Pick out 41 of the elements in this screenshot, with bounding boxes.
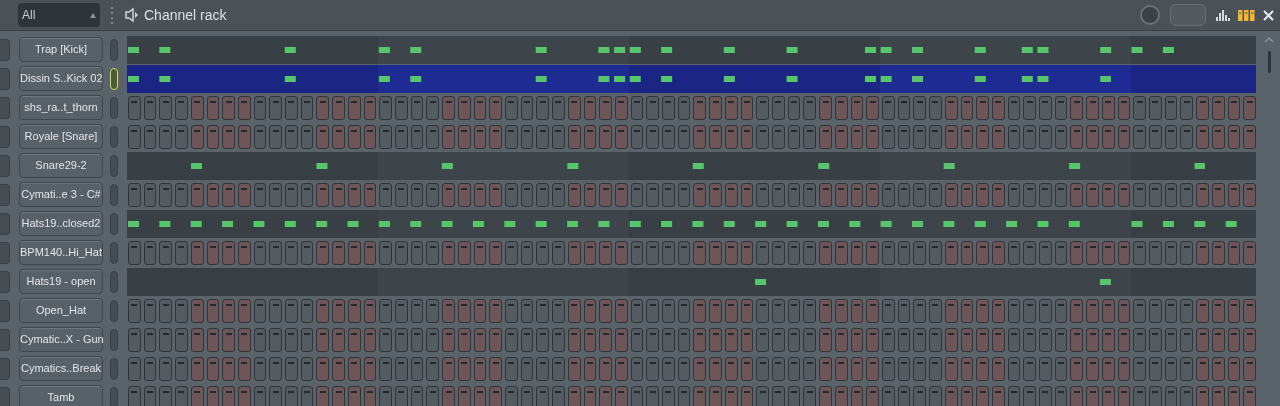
drag-handle-icon[interactable] xyxy=(111,6,113,24)
channel-name-button[interactable]: BPM140..Hi_Hat xyxy=(19,240,103,265)
channel-name-button[interactable]: Hats19 - open xyxy=(19,269,103,294)
channel-control[interactable] xyxy=(0,386,10,406)
piano-roll-preview[interactable] xyxy=(127,64,1256,93)
channel-name-button[interactable]: Tamb xyxy=(19,385,103,406)
channel-control[interactable] xyxy=(0,270,10,293)
channel-control[interactable] xyxy=(0,67,10,90)
channel-control[interactable] xyxy=(0,125,10,148)
channel-name-button[interactable]: Hats19..closed2 xyxy=(19,211,103,236)
channel-control[interactable] xyxy=(0,357,10,380)
scroll-up-icon[interactable] xyxy=(1264,37,1274,43)
swing-knob[interactable] xyxy=(1140,5,1160,25)
piano-roll-preview[interactable] xyxy=(127,209,1256,238)
channel-control[interactable] xyxy=(0,96,10,119)
channel-control[interactable] xyxy=(0,38,10,61)
speaker-icon[interactable] xyxy=(124,7,140,23)
step-sequencer-icon[interactable] xyxy=(1238,9,1255,21)
channel-control[interactable] xyxy=(0,183,10,206)
window-title: Channel rack xyxy=(144,5,227,25)
channel-control[interactable] xyxy=(0,212,10,235)
channel-control[interactable] xyxy=(0,241,10,264)
channel-name-button[interactable]: Trap [Kick] xyxy=(19,37,103,62)
channel-name-button[interactable]: Cymatics..Break xyxy=(19,356,103,381)
filter-dropdown[interactable]: All xyxy=(18,3,100,27)
channel-name-button[interactable]: Cymatic..X - Gun xyxy=(19,327,103,352)
scroll-thumb[interactable] xyxy=(1267,51,1271,73)
dropdown-arrow-icon xyxy=(90,12,96,18)
channel-control[interactable] xyxy=(0,328,10,351)
close-icon[interactable] xyxy=(1263,9,1274,21)
channel-name-button[interactable]: Snare29-2 xyxy=(19,153,103,178)
channel-name-button[interactable]: Cymati..e 3 - C# xyxy=(19,182,103,207)
channel-control[interactable] xyxy=(0,154,10,177)
graph-icon[interactable] xyxy=(1216,9,1232,21)
channel-control[interactable] xyxy=(0,299,10,322)
channel-name-button[interactable]: shs_ra..t_thorn xyxy=(19,95,103,120)
channel-name-button[interactable]: Dissin S..Kick 02 xyxy=(19,66,103,91)
channel-name-button[interactable]: Royale [Snare] xyxy=(19,124,103,149)
display-box xyxy=(1170,4,1206,26)
channel-name-button[interactable]: Open_Hat xyxy=(19,298,103,323)
piano-roll-preview[interactable] xyxy=(127,35,1256,64)
